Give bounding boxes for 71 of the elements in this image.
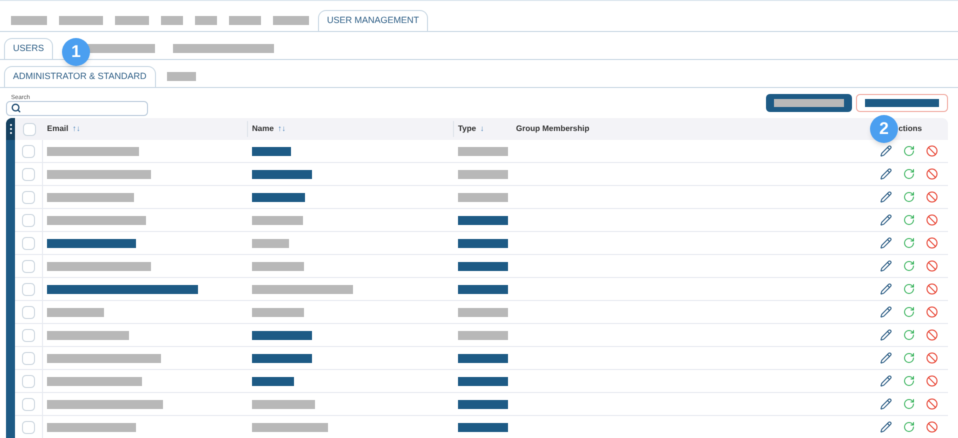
block-icon[interactable] bbox=[926, 145, 938, 157]
edit-icon[interactable] bbox=[880, 214, 892, 226]
refresh-icon[interactable] bbox=[903, 145, 915, 157]
edit-icon[interactable] bbox=[880, 283, 892, 295]
block-icon[interactable] bbox=[926, 398, 938, 410]
refresh-icon[interactable] bbox=[903, 375, 915, 387]
checkbox[interactable] bbox=[22, 420, 35, 434]
refresh-icon[interactable] bbox=[903, 283, 915, 295]
edit-icon[interactable] bbox=[880, 306, 892, 318]
edit-icon[interactable] bbox=[880, 191, 892, 203]
callout-tooltip: 1 bbox=[62, 38, 90, 66]
edit-icon[interactable] bbox=[880, 375, 892, 387]
tab[interactable]: ADMINISTRATOR & STANDARD bbox=[4, 66, 156, 87]
search-field[interactable] bbox=[6, 100, 148, 116]
column-header[interactable]: Name bbox=[252, 123, 274, 135]
edit-icon[interactable] bbox=[880, 398, 892, 410]
block-icon[interactable] bbox=[926, 168, 938, 180]
checkbox[interactable] bbox=[22, 374, 35, 388]
action-button[interactable] bbox=[856, 94, 948, 112]
checkbox[interactable] bbox=[22, 352, 35, 364]
sort-icon[interactable]: ↓ bbox=[480, 123, 484, 135]
checkbox[interactable] bbox=[22, 214, 35, 226]
side-strip[interactable] bbox=[6, 118, 15, 438]
column-header[interactable]: Type bbox=[458, 123, 476, 135]
refresh-icon[interactable] bbox=[903, 398, 915, 410]
edit-icon[interactable] bbox=[880, 168, 892, 180]
block-icon[interactable] bbox=[926, 329, 938, 341]
checkbox[interactable] bbox=[22, 282, 35, 296]
checkbox[interactable] bbox=[22, 168, 35, 180]
sort-icon[interactable]: ↑↓ bbox=[278, 123, 286, 135]
block-icon[interactable] bbox=[926, 283, 938, 295]
column-header[interactable]: Group Membership bbox=[516, 123, 590, 135]
callout-tooltip: 2 bbox=[870, 115, 898, 143]
checkbox[interactable] bbox=[22, 398, 35, 410]
block-icon[interactable] bbox=[926, 352, 938, 364]
checkbox[interactable] bbox=[22, 144, 35, 158]
action-button[interactable] bbox=[766, 94, 852, 112]
refresh-icon[interactable] bbox=[903, 214, 915, 226]
refresh-icon[interactable] bbox=[903, 191, 915, 203]
block-icon[interactable] bbox=[926, 214, 938, 226]
checkbox[interactable] bbox=[22, 190, 35, 204]
checkbox[interactable] bbox=[22, 236, 35, 250]
block-icon[interactable] bbox=[926, 191, 938, 203]
checkbox[interactable] bbox=[22, 306, 35, 318]
block-icon[interactable] bbox=[926, 260, 938, 272]
sort-icon[interactable]: ↑↓ bbox=[72, 123, 80, 135]
edit-icon[interactable] bbox=[880, 260, 892, 272]
tab[interactable]: USER MANAGEMENT bbox=[318, 10, 428, 31]
refresh-icon[interactable] bbox=[903, 168, 915, 180]
refresh-icon[interactable] bbox=[903, 260, 915, 272]
tab[interactable]: USERS bbox=[4, 38, 54, 59]
refresh-icon[interactable] bbox=[903, 306, 915, 318]
edit-icon[interactable] bbox=[880, 329, 892, 341]
edit-icon[interactable] bbox=[880, 237, 892, 249]
refresh-icon[interactable] bbox=[903, 352, 915, 364]
refresh-icon[interactable] bbox=[903, 421, 915, 433]
edit-icon[interactable] bbox=[880, 421, 892, 433]
search-icon bbox=[11, 103, 21, 113]
column-header[interactable]: Email bbox=[47, 123, 68, 135]
block-icon[interactable] bbox=[926, 237, 938, 249]
refresh-icon[interactable] bbox=[903, 237, 915, 249]
block-icon[interactable] bbox=[926, 421, 938, 433]
checkbox[interactable] bbox=[22, 328, 35, 342]
block-icon[interactable] bbox=[926, 375, 938, 387]
column-header[interactable]: ctions bbox=[898, 123, 922, 135]
block-icon[interactable] bbox=[926, 306, 938, 318]
edit-icon[interactable] bbox=[880, 352, 892, 364]
checkbox[interactable] bbox=[22, 122, 36, 136]
checkbox[interactable] bbox=[22, 260, 35, 272]
refresh-icon[interactable] bbox=[903, 329, 915, 341]
edit-icon[interactable] bbox=[880, 145, 892, 157]
